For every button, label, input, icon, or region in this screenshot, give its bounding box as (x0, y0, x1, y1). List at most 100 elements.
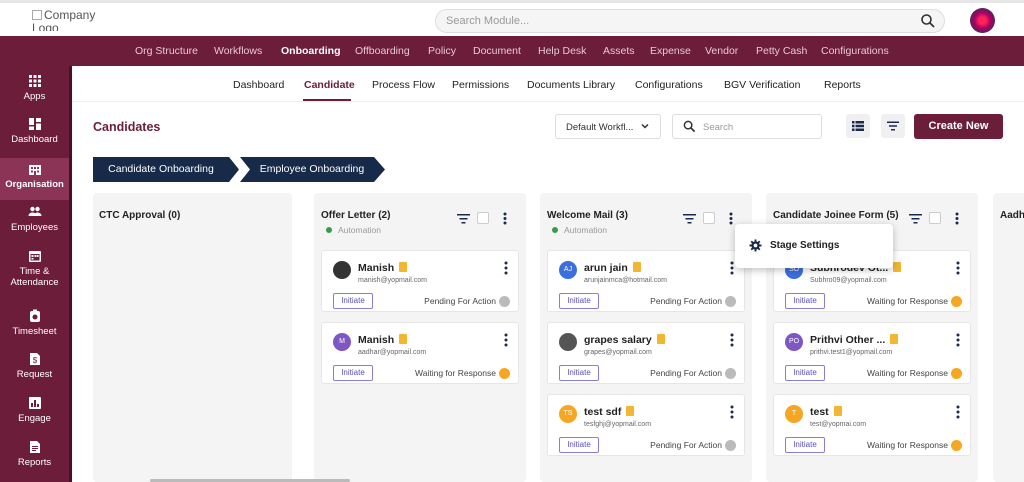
gear-icon (749, 239, 762, 252)
more-vert-icon[interactable] (503, 212, 507, 225)
candidate-card[interactable]: Ttest test@yopmai.com Initiate Waiting for … (773, 394, 971, 456)
document-icon[interactable] (399, 334, 408, 344)
tab-configurations[interactable]: Configurations (635, 79, 703, 91)
filter-icon[interactable] (683, 213, 696, 225)
initiate-button[interactable]: Initiate (559, 437, 599, 453)
document-icon[interactable] (656, 334, 665, 344)
candidate-name-row: Manish (358, 334, 408, 346)
more-vert-icon[interactable] (956, 405, 960, 419)
candidate-card[interactable]: AJ arun jain arunjainmca@hotmail.com Initia… (547, 250, 745, 312)
tab-reports[interactable]: Reports (824, 79, 861, 91)
candidate-card[interactable]: Manish manish@yopmail.com Initiate Pending … (321, 250, 519, 312)
sidebar-item-employees[interactable]: Employees (0, 205, 69, 245)
initiate-button[interactable]: Initiate (785, 365, 825, 381)
step-employee-onboarding[interactable]: Employee Onboarding (240, 157, 386, 182)
nav-expense[interactable]: Expense (650, 45, 691, 57)
search-icon[interactable] (920, 13, 936, 29)
nav-workflows[interactable]: Workflows (214, 45, 262, 57)
tab-permissions[interactable]: Permissions (452, 79, 509, 91)
tab-documents-library[interactable]: Documents Library (527, 79, 615, 91)
step-candidate-onboarding[interactable]: Candidate Onboarding (93, 157, 240, 182)
chevron-down-icon (641, 123, 649, 129)
initiate-button[interactable]: Initiate (559, 365, 599, 381)
nav-petty-cash[interactable]: Petty Cash (756, 45, 807, 57)
sidebar-item-request[interactable]: $ Request (0, 352, 69, 392)
status-text: Pending For Action (650, 368, 722, 378)
search-icon (683, 120, 696, 133)
workflow-select[interactable]: Default Workfl... (555, 114, 661, 139)
more-vert-icon[interactable] (730, 405, 734, 419)
stage-select-checkbox[interactable] (477, 212, 489, 224)
list-view-button[interactable] (846, 114, 870, 138)
initiate-button[interactable]: Initiate (333, 293, 373, 309)
company-logo[interactable]: Company Logo (32, 9, 112, 31)
stage-select-checkbox[interactable] (929, 212, 941, 224)
document-icon[interactable] (833, 406, 842, 416)
candidate-email: test@yopmai.com (810, 421, 867, 428)
filter-button[interactable] (881, 114, 905, 138)
people-icon (28, 206, 41, 216)
more-vert-icon[interactable] (956, 261, 960, 275)
more-vert-icon[interactable] (955, 212, 959, 225)
document-icon[interactable] (632, 262, 641, 272)
nav-vendor[interactable]: Vendor (705, 45, 738, 57)
nav-policy[interactable]: Policy (428, 45, 456, 57)
candidate-name: Prithvi Other ... (810, 334, 886, 346)
candidate-search-input[interactable]: Search (672, 114, 822, 139)
candidate-card[interactable]: M Manish aadhar@yopmail.com Initiate Waiting… (321, 322, 519, 384)
candidate-card[interactable]: TS test sdf tesfghj@yopmail.com Initiate Pen… (547, 394, 745, 456)
tab-process-flow[interactable]: Process Flow (372, 79, 435, 91)
document-icon[interactable] (626, 406, 635, 416)
stage-settings-popup[interactable]: Stage Settings (735, 224, 893, 268)
candidate-card[interactable]: grapes salary grapes@yopmail.com Initiate P… (547, 322, 745, 384)
document-icon[interactable] (890, 334, 899, 344)
filter-icon[interactable] (457, 213, 470, 225)
more-vert-icon[interactable] (504, 261, 508, 275)
automation-dot-icon (552, 227, 558, 233)
nav-offboarding[interactable]: Offboarding (355, 45, 410, 57)
sidebar-item-reports[interactable]: Reports (0, 440, 69, 480)
filter-icon[interactable] (909, 213, 922, 225)
user-avatar[interactable] (970, 8, 995, 33)
nav-onboarding[interactable]: Onboarding (281, 45, 341, 57)
module-search-input[interactable]: Search Module... (435, 9, 945, 33)
initiate-button[interactable]: Initiate (785, 437, 825, 453)
sidebar-item-time-attendance[interactable]: Time & Attendance (0, 249, 69, 299)
nav-document[interactable]: Document (473, 45, 521, 57)
sidebar-item-dashboard[interactable]: Dashboard (0, 117, 69, 157)
sidebar-item-organisation[interactable]: Organisation (0, 158, 69, 200)
sidebar-item-apps[interactable]: Apps (0, 74, 69, 114)
status-text: Waiting for Response (415, 368, 496, 378)
nav-org-structure[interactable]: Org Structure (135, 45, 198, 57)
workflow-select-value: Default Workfl... (566, 122, 634, 133)
document-icon[interactable] (399, 262, 408, 272)
initiate-button[interactable]: Initiate (559, 293, 599, 309)
nav-configurations[interactable]: Configurations (821, 45, 889, 57)
initiate-button[interactable]: Initiate (333, 365, 373, 381)
tab-bgv-verification[interactable]: BGV Verification (724, 79, 800, 91)
sidebar-label: Timesheet (12, 326, 57, 337)
more-vert-icon[interactable] (730, 333, 734, 347)
automation-indicator: Automation (552, 225, 607, 235)
more-vert-icon[interactable] (729, 212, 733, 225)
stage-select-checkbox[interactable] (703, 212, 715, 224)
tab-dashboard[interactable]: Dashboard (233, 79, 284, 91)
sidebar-scrollbar[interactable] (69, 66, 72, 482)
more-vert-icon[interactable] (504, 333, 508, 347)
status-icon (951, 296, 962, 307)
stage-column: Aadh (993, 193, 1024, 482)
tab-candidate[interactable]: Candidate (304, 79, 355, 91)
more-vert-icon[interactable] (956, 333, 960, 347)
sidebar-item-engage[interactable]: Engage (0, 396, 69, 436)
candidate-name-row: test sdf (584, 406, 635, 418)
candidate-card[interactable]: PO Prithvi Other ... prithvi.test1@yopmail… (773, 322, 971, 384)
nav-help-desk[interactable]: Help Desk (538, 45, 586, 57)
initiate-button[interactable]: Initiate (785, 293, 825, 309)
document-icon[interactable] (893, 262, 902, 272)
status-icon (725, 296, 736, 307)
sidebar-item-timesheet[interactable]: Timesheet (0, 309, 69, 349)
more-vert-icon[interactable] (730, 261, 734, 275)
nav-assets[interactable]: Assets (603, 45, 635, 57)
stage-column: Offer Letter (2) Automation Manish manish@y… (314, 193, 526, 482)
create-new-button[interactable]: Create New (914, 114, 1003, 139)
